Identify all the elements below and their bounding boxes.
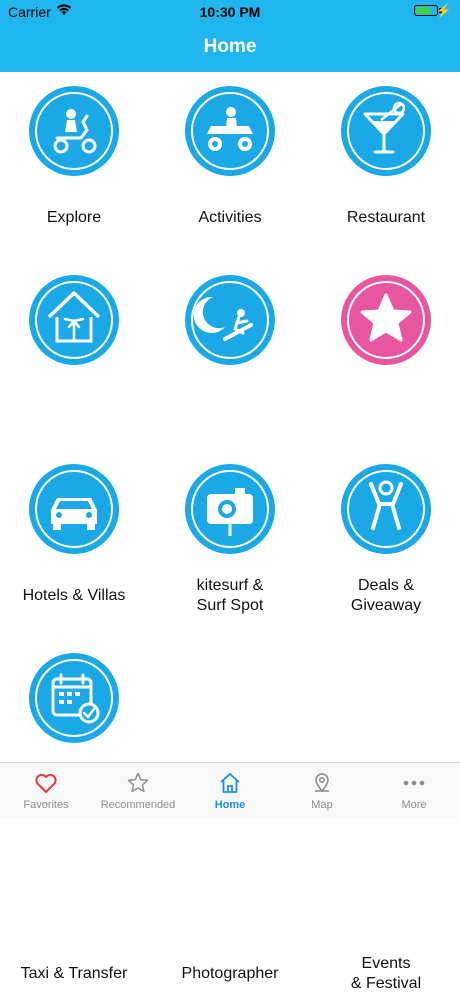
tab-label: Map [311, 799, 333, 811]
tab-favorites[interactable]: Favorites [0, 763, 92, 818]
tile-explore[interactable]: Explore [0, 72, 152, 262]
home-icon [220, 773, 240, 793]
tile-label: Explore [46, 209, 102, 226]
tile-label: Taxi & Transfer [20, 965, 128, 982]
tile-activities[interactable]: Activities [152, 72, 308, 262]
category-grid: Explore Activities Restaurant Hotels & V… [0, 72, 460, 992]
car-icon [29, 464, 119, 554]
status-bar: Carrier 10:30 PM ⚡ [0, 0, 460, 24]
tile-deals-giveaway[interactable]: Deals & Giveaway [308, 261, 460, 614]
battery-icon [414, 5, 442, 16]
tile-label: Restaurant [346, 209, 426, 226]
person-cheer-icon [341, 464, 431, 554]
tab-more[interactable]: More [368, 763, 460, 818]
tile-kitesurf[interactable]: kitesurf & Surf Spot [152, 261, 308, 614]
heart-icon [35, 773, 57, 793]
tab-label: More [401, 799, 427, 811]
tile-restaurant[interactable]: Restaurant [308, 72, 460, 262]
kitesurf-icon [185, 275, 275, 365]
status-time: 10:30 PM [199, 4, 261, 20]
tile-events-festival[interactable]: Events & Festival [308, 450, 460, 992]
tab-home[interactable]: Home [184, 763, 276, 818]
star-outline-icon [127, 772, 149, 793]
cocktail-icon [341, 86, 431, 176]
charging-bolt-icon: ⚡ [435, 3, 452, 18]
tab-label: Recommended [100, 799, 176, 811]
tab-label: Home [214, 799, 246, 811]
tile-label: Activities [198, 209, 262, 226]
map-pin-icon [315, 773, 329, 793]
hut-icon [29, 275, 119, 365]
tab-map[interactable]: Map [276, 763, 368, 818]
scooter-icon [29, 86, 119, 176]
tab-label: Favorites [23, 799, 69, 811]
tile-hotels-villas[interactable]: Hotels & Villas [0, 261, 152, 604]
tab-recommended[interactable]: Recommended [92, 763, 184, 818]
nav-bar: Home [0, 24, 460, 72]
page-title: Home [203, 36, 257, 57]
tile-photographer[interactable]: Photographer [152, 450, 308, 982]
camera-icon [185, 464, 275, 554]
tab-bar: Favorites Recommended Home Map More [0, 762, 460, 818]
tile-label: Photographer [181, 965, 279, 982]
atv-icon [185, 86, 275, 176]
star-icon [341, 275, 431, 365]
more-dots-icon [403, 780, 425, 786]
tile-label: Events & Festival [350, 955, 422, 992]
tile-taxi-transfer[interactable]: Taxi & Transfer [0, 450, 152, 982]
calendar-check-icon [29, 653, 119, 743]
